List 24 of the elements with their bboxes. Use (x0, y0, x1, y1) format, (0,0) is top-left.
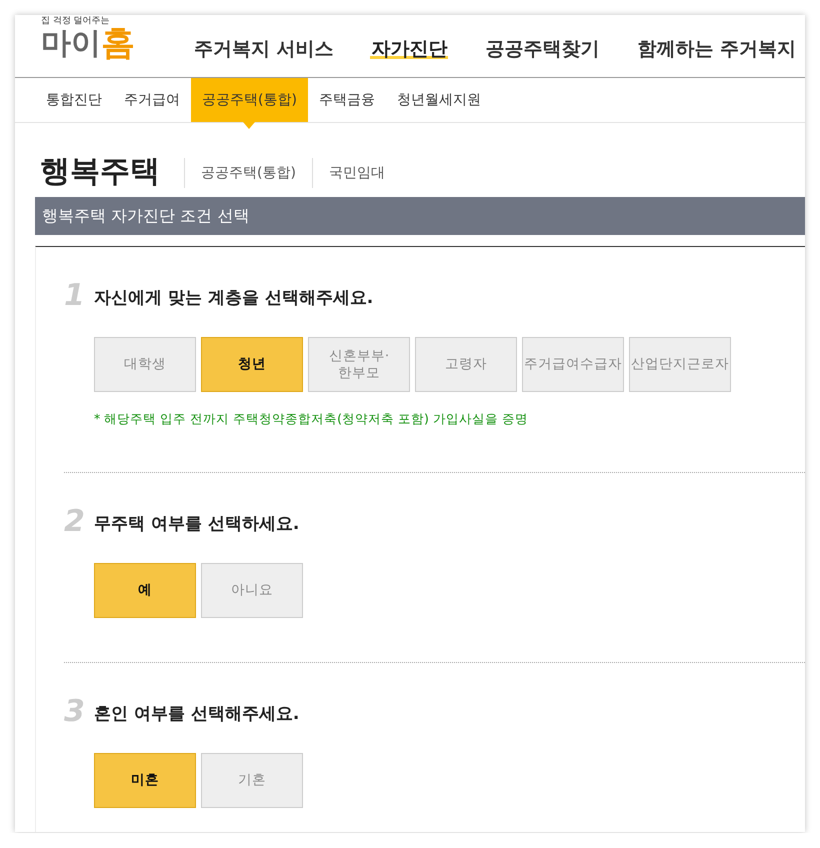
note-text: * 해당주택 입주 전까지 주택청약종합저축(청약저축 포함) 가입사실을 증명 (94, 411, 529, 428)
category-link[interactable]: 국민임대 (312, 158, 401, 188)
pointer-icon (243, 122, 256, 129)
question-title: 혼인 여부를 선택해주세요. (94, 703, 300, 726)
option-button[interactable]: 청년 (201, 337, 303, 392)
category-link[interactable]: 공공주택(통합) (184, 158, 312, 188)
option-button[interactable]: 미혼 (94, 753, 196, 808)
page-title: 행복주택 (40, 152, 160, 190)
question-title: 무주택 여부를 선택하세요. (94, 513, 300, 536)
main-nav-link[interactable]: 공공주택찾기 (484, 39, 600, 60)
sub-nav-tab[interactable]: 청년월세지원 (386, 78, 492, 122)
sub-nav-tab[interactable]: 주거급여 (113, 78, 191, 122)
main-nav-link[interactable]: 자가진단 (370, 39, 448, 60)
logo-accent-text: 홈 (101, 27, 135, 60)
question-title: 자신에게 맞는 계층을 선택해주세요. (94, 287, 374, 310)
sub-nav-tab[interactable]: 주택금융 (308, 78, 386, 122)
main-nav-link[interactable]: 주거복지 서비스 (192, 39, 334, 60)
logo-tagline: 집 걱정 덜어주는 (41, 16, 111, 26)
sub-nav-tab[interactable]: 공공주택(통합) (191, 78, 308, 122)
section-title: 행복주택 자가진단 조건 선택 (42, 206, 250, 226)
main-nav-link[interactable]: 함께하는 주거복지 (636, 39, 797, 60)
sub-nav-tab[interactable]: 통합진단 (35, 78, 113, 122)
logo-text: 마이 (41, 29, 101, 60)
option-button[interactable]: 예 (94, 563, 196, 618)
